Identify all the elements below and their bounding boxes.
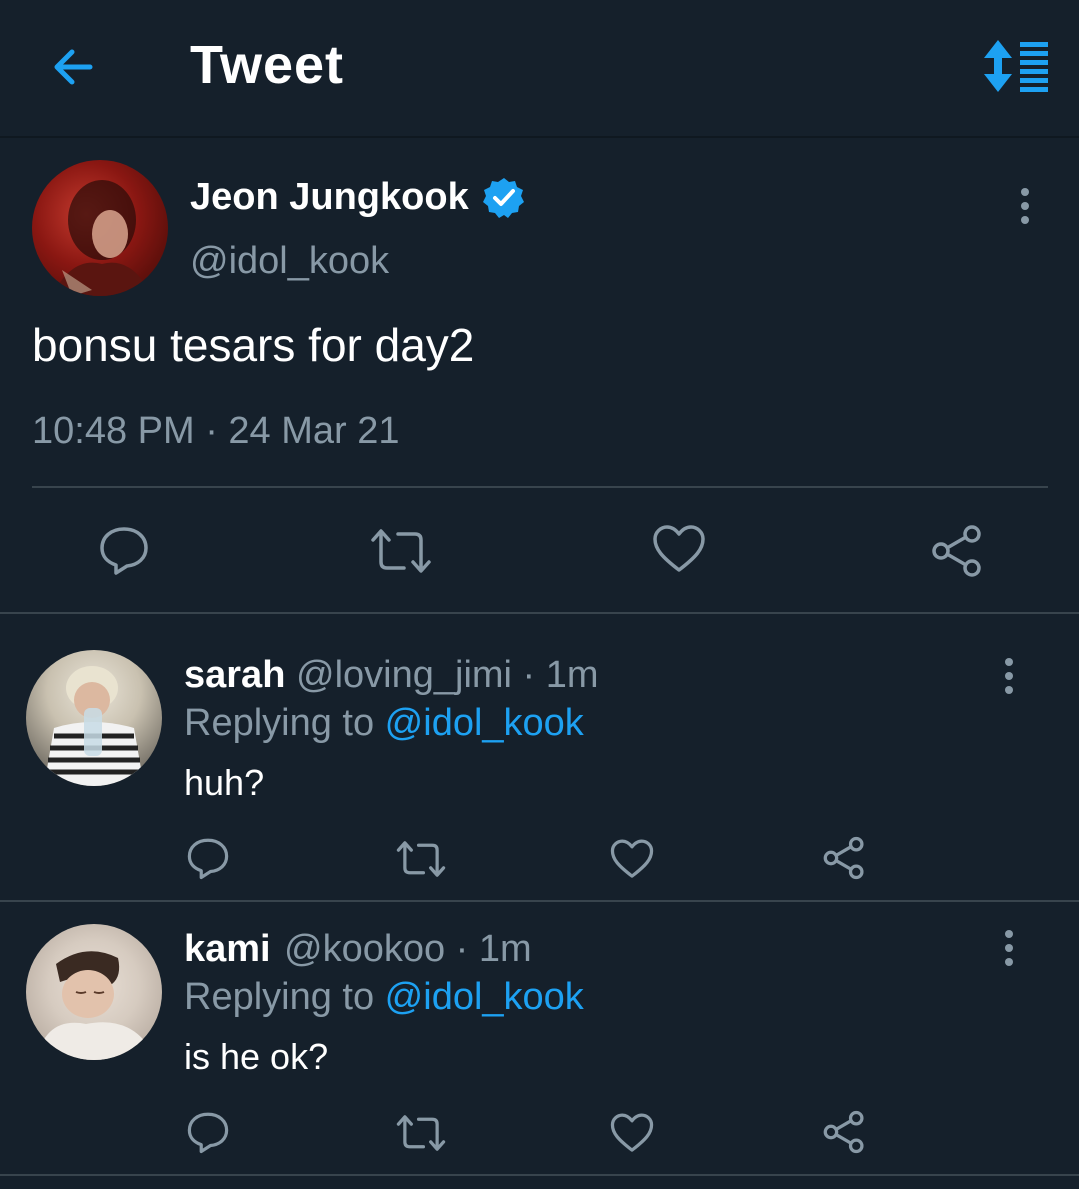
reply-text: is he ok? bbox=[184, 1036, 329, 1077]
reply-actions bbox=[0, 1108, 1079, 1158]
arrow-left-icon[interactable] bbox=[48, 42, 98, 92]
tweet-actions bbox=[0, 520, 1079, 580]
reply-meta[interactable]: @kookoo · 1m bbox=[284, 928, 532, 971]
tweet-timestamp[interactable]: 10:48 PM · 24 Mar 21 bbox=[32, 410, 400, 453]
mention-link[interactable]: @idol_kook bbox=[385, 976, 584, 1018]
retweet-icon[interactable] bbox=[396, 840, 446, 878]
sort-replies-icon[interactable] bbox=[982, 38, 1052, 94]
like-icon[interactable] bbox=[610, 838, 654, 880]
reply-actions bbox=[0, 834, 1079, 884]
reply-meta[interactable]: @loving_jimi · 1m bbox=[296, 654, 599, 697]
avatar-image bbox=[52, 180, 152, 296]
divider bbox=[32, 486, 1048, 488]
more-options-icon[interactable] bbox=[1018, 186, 1032, 226]
page-title: Tweet bbox=[190, 35, 345, 95]
verified-badge-icon bbox=[483, 178, 524, 218]
divider bbox=[0, 900, 1079, 902]
retweet-icon[interactable] bbox=[370, 528, 432, 574]
replying-label: Replying to bbox=[184, 976, 385, 1018]
avatar[interactable] bbox=[32, 160, 168, 296]
replying-label: Replying to bbox=[184, 702, 385, 744]
divider bbox=[0, 1174, 1079, 1176]
avatar[interactable] bbox=[26, 650, 162, 786]
share-icon[interactable] bbox=[822, 1110, 866, 1154]
share-icon[interactable] bbox=[822, 836, 866, 880]
retweet-icon[interactable] bbox=[396, 1114, 446, 1152]
reply-author-handle[interactable]: @loving_jimi bbox=[296, 654, 512, 696]
reply-icon[interactable] bbox=[186, 1110, 230, 1154]
reply-author-name[interactable]: kami bbox=[184, 928, 271, 971]
like-icon[interactable] bbox=[652, 524, 706, 574]
more-options-icon[interactable] bbox=[1002, 928, 1016, 968]
reply-author-name[interactable]: sarah bbox=[184, 654, 285, 697]
avatar-image bbox=[44, 666, 144, 786]
reply-icon[interactable] bbox=[98, 524, 150, 576]
reply-text: huh? bbox=[184, 762, 265, 803]
more-options-icon[interactable] bbox=[1002, 656, 1016, 696]
share-icon[interactable] bbox=[930, 524, 984, 578]
divider bbox=[0, 612, 1079, 614]
top-bar: Tweet bbox=[0, 0, 1079, 138]
replying-to: Replying to @idol_kook bbox=[184, 702, 584, 745]
avatar[interactable] bbox=[26, 924, 162, 1060]
like-icon[interactable] bbox=[610, 1112, 654, 1154]
mention-link[interactable]: @idol_kook bbox=[385, 702, 584, 744]
replying-to: Replying to @idol_kook bbox=[184, 976, 584, 1019]
author-name[interactable]: Jeon Jungkook bbox=[190, 176, 469, 219]
avatar-image bbox=[36, 951, 156, 1060]
tweet-text: bonsu tesars for day2 bbox=[32, 319, 475, 371]
reply-time: · 1m bbox=[511, 654, 599, 696]
reply-time: · 1m bbox=[445, 928, 532, 970]
author-handle[interactable]: @idol_kook bbox=[190, 240, 389, 283]
reply-icon[interactable] bbox=[186, 836, 230, 880]
reply-author-handle[interactable]: @kookoo bbox=[284, 928, 445, 970]
